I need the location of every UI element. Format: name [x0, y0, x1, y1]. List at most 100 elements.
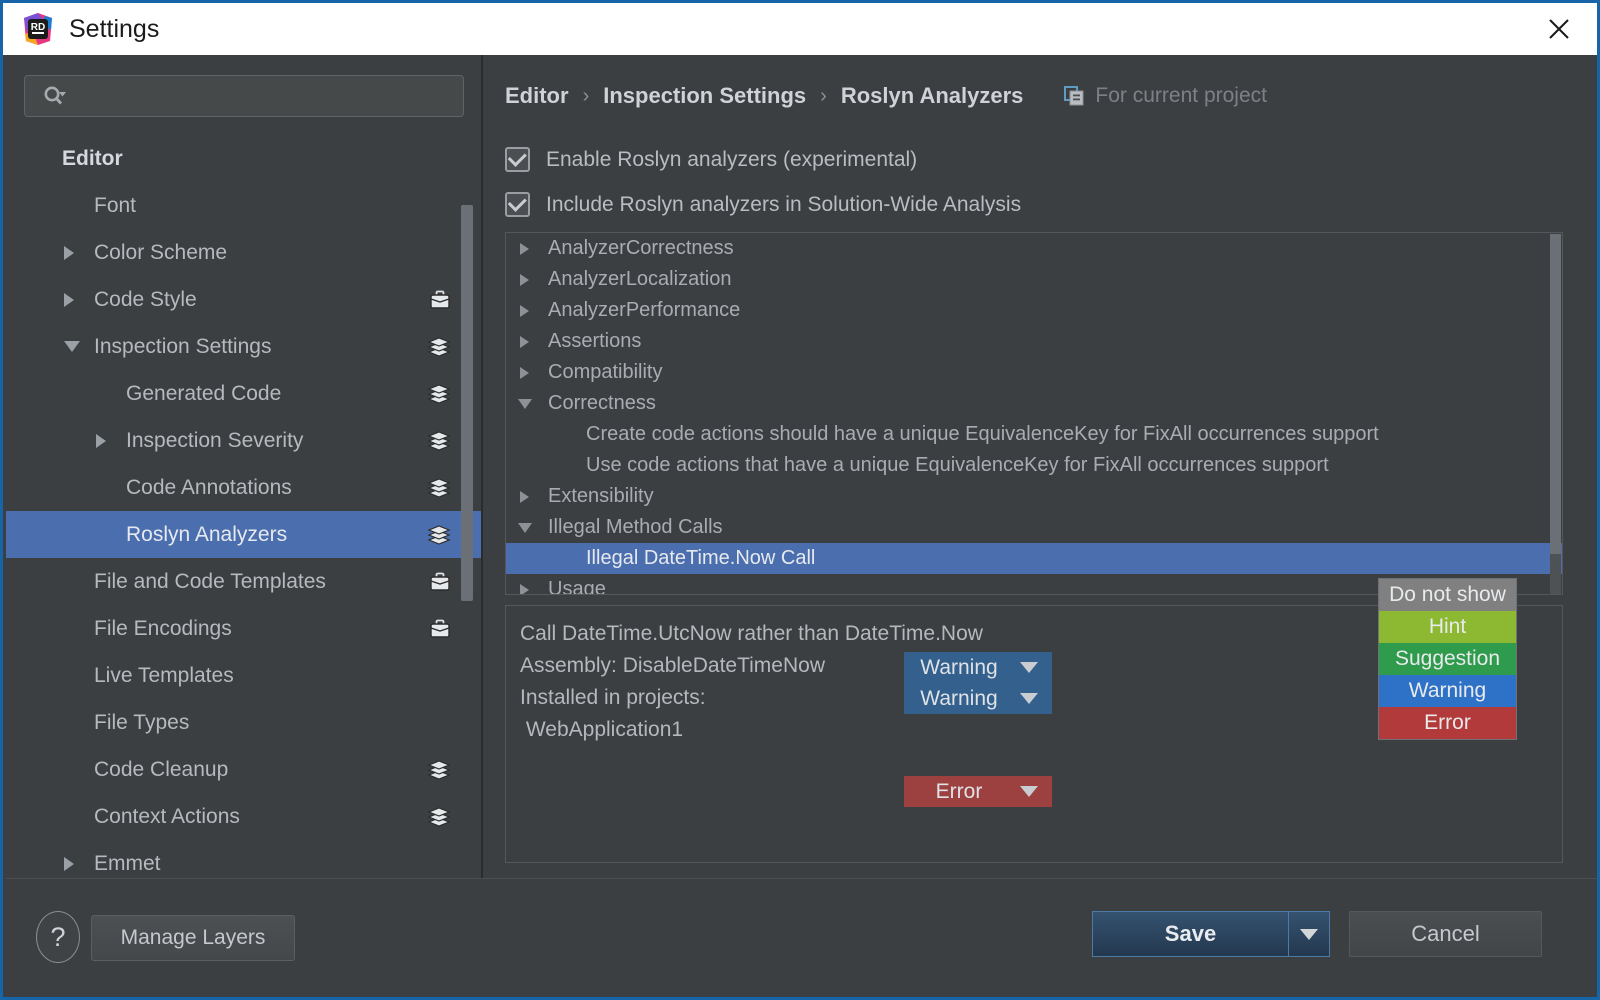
analyzer-row[interactable]: Compatibility — [506, 357, 1562, 388]
chevron-right-icon[interactable] — [64, 245, 74, 260]
chevron-right-icon[interactable] — [520, 273, 529, 286]
sidebar-item-label: Roslyn Analyzers — [126, 522, 288, 546]
sidebar-item-file-types[interactable]: File Types — [6, 699, 481, 746]
severity-option-suggestion[interactable]: Suggestion — [1379, 643, 1516, 675]
enable-roslyn-analyzers-label: Enable Roslyn analyzers (experimental) — [546, 147, 918, 171]
search-input[interactable] — [73, 85, 437, 107]
sidebar-item-label: Code Annotations — [126, 475, 292, 499]
sidebar-item-file-and-code-templates[interactable]: File and Code Templates — [6, 558, 481, 605]
sidebar-item-live-templates[interactable]: Live Templates — [6, 652, 481, 699]
analyzer-label: AnalyzerLocalization — [548, 268, 732, 290]
chevron-right-icon[interactable] — [520, 583, 529, 594]
chevron-right-icon[interactable] — [520, 490, 529, 503]
help-button[interactable]: ? — [36, 911, 80, 963]
layers-icon — [427, 336, 451, 357]
chevron-right-icon[interactable] — [64, 292, 74, 307]
enable-roslyn-analyzers-checkbox[interactable] — [505, 147, 530, 172]
analyzer-row[interactable]: AnalyzerLocalization — [506, 264, 1562, 295]
copy-icon — [1063, 85, 1085, 107]
sidebar-item-editor[interactable]: Editor — [6, 135, 481, 182]
analyzer-row[interactable]: Use code actions that have a unique Equi… — [506, 450, 1562, 481]
analyzer-row[interactable]: Extensibility — [506, 481, 1562, 512]
severity-dropdown-menu[interactable]: Do not show Hint Suggestion Warning Error — [1378, 578, 1517, 740]
analyzer-list: AnalyzerCorrectness AnalyzerLocalization A… — [506, 233, 1562, 595]
option-row-0: Enable Roslyn analyzers (experimental) — [505, 147, 917, 172]
sidebar-item-label: Generated Code — [126, 381, 282, 405]
layers-icon — [427, 477, 451, 498]
layers-icon — [427, 759, 451, 780]
analyzer-label: AnalyzerPerformance — [548, 299, 741, 321]
sidebar-item-color-scheme[interactable]: Color Scheme — [6, 229, 481, 276]
chevron-down-icon[interactable] — [518, 398, 532, 409]
sidebar-item-emmet[interactable]: Emmet — [6, 840, 481, 878]
severity-option-do-not-show[interactable]: Do not show — [1379, 579, 1516, 611]
sidebar-item-roslyn-analyzers[interactable]: Roslyn Analyzers — [6, 511, 481, 558]
severity-option-warning[interactable]: Warning — [1379, 675, 1516, 707]
analyzer-label: Assertions — [548, 330, 642, 352]
chevron-right-icon[interactable] — [520, 335, 529, 348]
analyzer-row[interactable]: Create code actions should have a unique… — [506, 419, 1562, 450]
analyzer-row[interactable]: Correctness — [506, 388, 1562, 419]
include-solution-wide-analysis-checkbox[interactable] — [505, 192, 530, 217]
sidebar-item-inspection-severity[interactable]: Inspection Severity — [6, 417, 481, 464]
save-dropdown-button[interactable] — [1289, 911, 1330, 957]
sidebar-item-context-actions[interactable]: Context Actions — [6, 793, 481, 840]
analyzer-label: Illegal Method Calls — [548, 516, 723, 538]
severity-combo-create-code-actions[interactable]: Warning — [904, 652, 1052, 683]
analyzer-row[interactable]: AnalyzerPerformance — [506, 295, 1562, 326]
main-panel: Editor › Inspection Settings › Roslyn Analyz… — [483, 55, 1597, 878]
sidebar-item-label: Context Actions — [94, 804, 240, 828]
analyzer-label: Usage — [548, 578, 606, 595]
sidebar-item-label: Code Cleanup — [94, 757, 229, 781]
manage-layers-button[interactable]: Manage Layers — [91, 915, 295, 961]
breadcrumb-separator: › — [820, 84, 827, 107]
chevron-right-icon[interactable] — [96, 433, 106, 448]
chevron-right-icon[interactable] — [520, 242, 529, 255]
analyzer-row[interactable]: Illegal DateTime.Now Call — [506, 543, 1562, 574]
analyzer-label: Extensibility — [548, 485, 654, 507]
sidebar-item-generated-code[interactable]: Generated Code — [6, 370, 481, 417]
sidebar-item-file-encodings[interactable]: File Encodings — [6, 605, 481, 652]
chevron-right-icon[interactable] — [520, 304, 529, 317]
breadcrumb-item-inspection-settings[interactable]: Inspection Settings — [603, 83, 806, 109]
search-box[interactable] — [24, 75, 464, 117]
save-button[interactable]: Save — [1092, 911, 1289, 957]
scrollbar-thumb[interactable] — [1550, 234, 1561, 554]
chevron-right-icon[interactable] — [64, 856, 74, 871]
analyzer-row[interactable]: Assertions — [506, 326, 1562, 357]
sidebar-item-code-style[interactable]: Code Style — [6, 276, 481, 323]
chevron-down-icon[interactable] — [64, 341, 80, 352]
layers-icon — [427, 524, 451, 545]
settings-dialog: RD Settings Editor Font Color Scheme Cod… — [0, 0, 1600, 1000]
chevron-down-icon — [1300, 928, 1318, 940]
sidebar-item-code-annotations[interactable]: Code Annotations — [6, 464, 481, 511]
check-icon — [507, 192, 527, 212]
analyzer-row[interactable]: Illegal Method Calls — [506, 512, 1562, 543]
chevron-down-icon[interactable] — [518, 522, 532, 533]
breadcrumb-item-editor[interactable]: Editor — [505, 83, 569, 109]
cancel-button[interactable]: Cancel — [1349, 911, 1542, 957]
severity-value: Warning — [920, 686, 998, 710]
sidebar-item-label: File Types — [94, 710, 190, 734]
breadcrumb: Editor › Inspection Settings › Roslyn Analyz… — [505, 83, 1267, 109]
severity-combo-illegal-datetime-now[interactable]: Error — [904, 776, 1052, 807]
scope-label: For current project — [1095, 84, 1267, 107]
chevron-right-icon[interactable] — [520, 366, 529, 379]
sidebar-scrollbar[interactable] — [461, 205, 473, 601]
sidebar-item-code-cleanup[interactable]: Code Cleanup — [6, 746, 481, 793]
sidebar-item-font[interactable]: Font — [6, 182, 481, 229]
option-row-1: Include Roslyn analyzers in Solution-Wid… — [505, 192, 1021, 217]
sidebar-item-inspection-settings[interactable]: Inspection Settings — [6, 323, 481, 370]
analyzer-list-scrollbar[interactable] — [1550, 234, 1561, 594]
close-icon[interactable] — [1531, 7, 1587, 51]
analyzer-row[interactable]: AnalyzerCorrectness — [506, 233, 1562, 264]
severity-combo-use-code-actions[interactable]: Warning — [904, 683, 1052, 714]
scope-indicator: For current project — [1063, 84, 1267, 108]
severity-option-error[interactable]: Error — [1379, 707, 1516, 739]
severity-value: Warning — [920, 655, 998, 679]
analyzer-label: Use code actions that have a unique Equi… — [586, 454, 1329, 476]
sidebar-item-label: Inspection Settings — [94, 334, 272, 358]
severity-option-hint[interactable]: Hint — [1379, 611, 1516, 643]
breadcrumb-item-roslyn-analyzers[interactable]: Roslyn Analyzers — [841, 83, 1024, 109]
severity-value: Error — [935, 779, 983, 803]
